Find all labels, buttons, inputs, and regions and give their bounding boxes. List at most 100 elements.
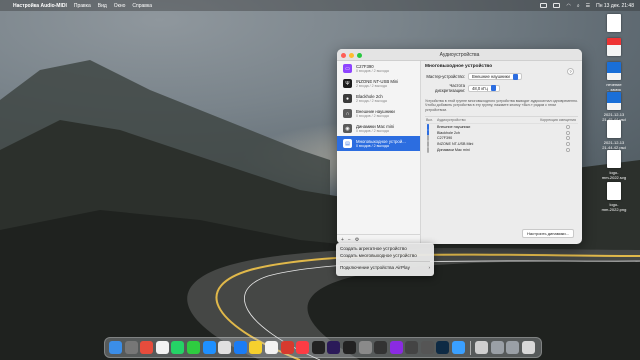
- drift-checkbox[interactable]: [566, 130, 570, 135]
- row-device-name: Blackhole 2ch: [437, 130, 460, 135]
- preview-icon[interactable]: [475, 341, 489, 354]
- usb-icon: Ψ: [343, 79, 352, 88]
- device-item-multi-output[interactable]: ▤ Многовыходное устрой... 0 входов / 2 вы…: [337, 136, 420, 151]
- row-device-name: INZONE NT-USB Mini: [437, 142, 474, 147]
- gear-icon[interactable]: ⚙: [355, 237, 359, 243]
- file-thumbnail: [607, 92, 621, 110]
- window2-icon[interactable]: [506, 341, 520, 354]
- wifi-icon[interactable]: ◠: [566, 3, 570, 9]
- col-device: Аудиоустройство: [437, 118, 466, 123]
- keyboard-icon[interactable]: [420, 341, 434, 354]
- desktop-file[interactable]: [594, 38, 634, 58]
- device-panel: ? Многовыходное устройство Мастер-устрой…: [425, 64, 578, 242]
- app-menu[interactable]: Настройка Audio-MIDI: [13, 3, 67, 9]
- calendar-icon[interactable]: [155, 341, 169, 354]
- minimize-button[interactable]: [349, 52, 354, 58]
- device-item-blackhole[interactable]: ● Blackhole 2ch 2 входа / 2 выхода: [337, 91, 420, 106]
- use-checkbox[interactable]: [427, 146, 429, 153]
- battery-icon[interactable]: [553, 3, 561, 8]
- notes-icon[interactable]: [249, 341, 263, 354]
- menu-edit[interactable]: Правка: [74, 3, 91, 9]
- remove-device-button[interactable]: −: [348, 237, 351, 243]
- panel-title: Многовыходное устройство: [425, 64, 493, 69]
- sample-rate-label: Частота дискретизации:: [435, 83, 465, 93]
- messages-icon[interactable]: [186, 341, 200, 354]
- screen-icon[interactable]: [374, 341, 388, 354]
- desktop-file[interactable]: [594, 14, 634, 34]
- file-thumbnail: [607, 150, 621, 168]
- table-header: Вкл. Аудиоустройство Коррекция смещения: [425, 117, 578, 125]
- device-item-inzone[interactable]: Ψ INZONE NT-USB Mini 2 входа / 2 выхода: [337, 76, 420, 91]
- device-item-c27f390[interactable]: ▭ C27F390 0 входов / 2 выхода: [337, 61, 420, 76]
- drift-checkbox[interactable]: [566, 142, 570, 147]
- device-io: 0 входов / 2 выхода: [356, 114, 389, 118]
- desktop-file[interactable]: 2021-12-13 21-44-42.psd: [594, 120, 634, 150]
- window-title: Аудиоустройства: [439, 51, 480, 58]
- safari-icon[interactable]: [202, 341, 216, 354]
- whatsapp-icon[interactable]: [171, 341, 185, 354]
- device-item-headphones[interactable]: ∩ Внешние наушники 0 входов / 2 выхода: [337, 106, 420, 121]
- menu-window[interactable]: Окно: [114, 3, 126, 9]
- status-icon[interactable]: [540, 3, 548, 8]
- panel-description: Устройства в этой группе многовыходного …: [425, 99, 578, 112]
- window-icon[interactable]: [490, 341, 504, 354]
- device-io: 2 входа / 2 выхода: [356, 84, 387, 88]
- desktop-file[interactable]: logo- mm-2022.png: [594, 182, 634, 212]
- sample-rate-value: 48,0 кГц: [472, 85, 488, 91]
- launchpad-icon[interactable]: [124, 341, 138, 354]
- appstore-icon[interactable]: [233, 341, 247, 354]
- display-icon: ▭: [343, 64, 352, 73]
- close-button[interactable]: [341, 52, 346, 58]
- file-label: logo- mm-2022.svg: [601, 170, 627, 180]
- dock: [104, 337, 542, 358]
- device-io: 0 входов / 2 выхода: [356, 129, 389, 133]
- window-titlebar[interactable]: Аудиоустройства: [337, 49, 582, 61]
- podcast-icon[interactable]: [389, 341, 403, 354]
- music-icon[interactable]: [296, 341, 310, 354]
- help-button[interactable]: ?: [567, 68, 574, 75]
- menu-item-multi-output[interactable]: Создать многовыходное устройство: [336, 252, 434, 259]
- zoom-button[interactable]: [357, 52, 362, 58]
- menu-item-aggregate[interactable]: Создать агрегатное устройство: [336, 245, 434, 252]
- audio-devices-window: Аудиоустройства ▭ C27F390 0 входов / 2 вы…: [337, 49, 582, 244]
- finder-icon[interactable]: [109, 341, 122, 354]
- col-drift: Коррекция смещения: [540, 118, 576, 123]
- table-row: C27F390: [425, 135, 578, 142]
- browser-icon[interactable]: [452, 341, 466, 354]
- menu-view[interactable]: Вид: [98, 3, 107, 9]
- photos-icon[interactable]: [264, 341, 278, 354]
- menu-separator: [340, 261, 430, 262]
- premiere-icon[interactable]: [327, 341, 341, 354]
- add-device-button[interactable]: +: [341, 237, 344, 243]
- control-center-icon[interactable]: ☰: [586, 3, 590, 9]
- drift-checkbox[interactable]: [566, 125, 570, 130]
- adobe-icon[interactable]: [280, 341, 294, 354]
- trash-icon[interactable]: [522, 341, 536, 354]
- file-thumbnail: [607, 120, 621, 138]
- master-device-select[interactable]: Внешние наушники: [468, 73, 522, 80]
- file-thumbnail: [607, 62, 621, 80]
- device-item-mac-speakers[interactable]: ◉ Динамики Mac mini 0 входов / 2 выхода: [337, 121, 420, 136]
- speaker-icon: ◉: [343, 124, 352, 133]
- audiomidi-icon[interactable]: [405, 341, 419, 354]
- desktop-file[interactable]: печение .. замок: [594, 62, 634, 92]
- menu-help[interactable]: Справка: [132, 3, 152, 9]
- table-row: Blackhole 2ch: [425, 129, 578, 136]
- desktop-file[interactable]: logo- mm-2022.svg: [594, 150, 634, 180]
- drift-checkbox[interactable]: [566, 147, 570, 152]
- finalcut-icon[interactable]: [311, 341, 325, 354]
- configure-speakers-button[interactable]: Настроить динамики...: [522, 229, 574, 238]
- row-device-name: Динамики Mac mini: [437, 147, 470, 152]
- drift-checkbox[interactable]: [566, 136, 570, 141]
- photoshop-icon[interactable]: [436, 341, 450, 354]
- menu-bar: Настройка Audio-MIDI Правка Вид Окно Спр…: [0, 0, 640, 11]
- menu-item-airplay[interactable]: Подключение устройства AirPlay ›: [336, 264, 434, 271]
- search-icon[interactable]: ⌕: [577, 3, 580, 9]
- sample-rate-select[interactable]: 48,0 кГц: [468, 84, 500, 92]
- menu-clock[interactable]: Пн 13 дек. 21:48: [596, 3, 634, 9]
- terminal-icon[interactable]: [342, 341, 356, 354]
- settings-icon[interactable]: [358, 341, 372, 354]
- stickies-icon[interactable]: [140, 341, 154, 354]
- desktop-file[interactable]: 2021-12-13 21-45-44.psd: [594, 92, 634, 122]
- chrome-icon[interactable]: [218, 341, 232, 354]
